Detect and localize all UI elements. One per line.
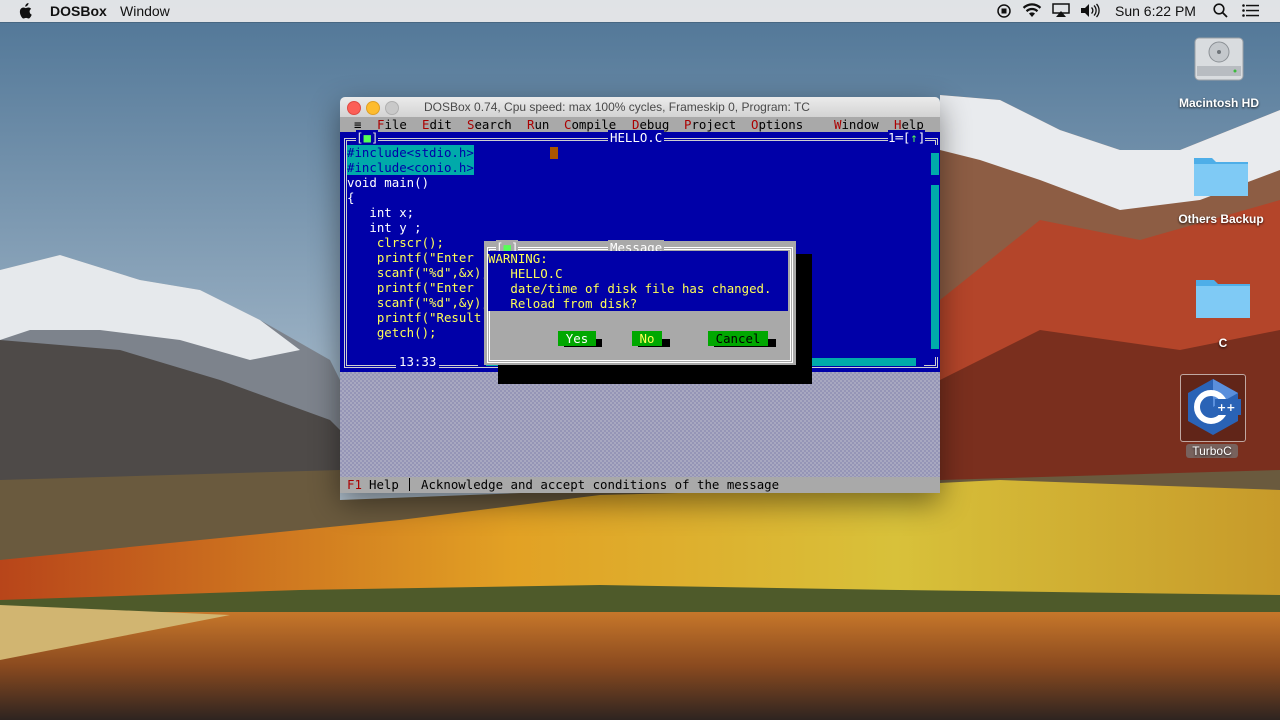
window-title: DOSBox 0.74, Cpu speed: max 100% cycles,… [424,100,810,114]
close-button[interactable] [347,101,361,115]
code-line: { [347,190,355,205]
code-line: clrscr(); [347,235,444,250]
tc-menu-options[interactable]: Options [751,117,803,132]
airplay-icon[interactable] [1052,3,1070,18]
folder-icon [1196,280,1250,318]
dialog-message-line: HELLO.C [488,266,563,281]
dosbox-window[interactable]: DOSBox 0.74, Cpu speed: max 100% cycles,… [340,97,940,493]
code-line: int x; [347,205,415,220]
dosbox-screen[interactable]: ≡ File Edit Search Run Compile Debug Project O… [340,117,940,493]
spotlight-search-icon[interactable] [1213,3,1228,18]
tc-menu-search[interactable]: Search [467,117,512,132]
volume-icon[interactable] [1080,3,1100,18]
menu-app-name[interactable]: DOSBox [50,2,107,20]
status-key[interactable]: F1 [347,477,362,492]
close-box-icon[interactable]: [■] [356,130,379,145]
status-message: Acknowledge and accept conditions of the… [421,477,780,492]
tc-menu-run[interactable]: Run [527,117,549,132]
code-line: getch(); [347,325,437,340]
code-line: printf("Enter [347,250,474,265]
tc-menu-window[interactable]: Window [834,117,879,132]
editor-window-number: 1═[↑] [888,130,926,145]
dialog-message-line: WARNING: [488,251,548,266]
scroll-down-arrow[interactable] [931,349,939,357]
apple-icon[interactable] [18,3,32,19]
status-key-label: Help [369,477,399,492]
tc-menu-file-label: ile [384,117,407,132]
code-line: #include<stdio.h> [347,145,474,160]
desktop-icon-macintosh-hd[interactable]: Macintosh HD [1164,30,1274,115]
macos-menu-bar: DOSBox Window Sun 6:22 PM [0,0,1280,22]
tc-menu-project[interactable]: Project [684,117,736,132]
dialog-message-area: WARNING: HELLO.C date/time of disk file … [488,251,788,311]
tc-menu-label-rest: dit [429,117,452,132]
no-button[interactable]: No [632,331,662,346]
tc-menu-label-rest: ptions [758,117,804,132]
code-line: printf("Result [347,310,482,325]
folder-icon [1194,158,1248,196]
scroll-thumb[interactable] [931,175,939,185]
message-dialog[interactable]: [■] Message WARNING: HELLO.C date/time o… [484,240,796,365]
dialog-message-line: date/time of disk file has changed. [488,281,772,296]
tc-menu-label-rest: earch [474,117,512,132]
tc-menu-edit[interactable]: Edit [422,117,452,132]
menu-clock[interactable]: Sun 6:22 PM [1115,2,1196,20]
menu-item-window[interactable]: Window [120,2,170,20]
cpp-logo-icon: ++ [1188,379,1241,435]
window-titlebar[interactable]: DOSBox 0.74, Cpu speed: max 100% cycles,… [340,97,940,118]
minimize-button[interactable] [366,101,380,115]
desktop-icon-others-backup[interactable]: Others Backup [1166,150,1276,230]
scroll-up-arrow[interactable] [931,145,939,153]
status-divider [409,478,410,491]
code-line: #include<conio.h> [347,160,474,175]
code-line: printf("Enter [347,280,474,295]
wifi-icon[interactable] [1022,3,1042,18]
yes-button[interactable]: Yes [558,331,596,346]
dialog-message-line: Reload from disk? [488,296,638,311]
tc-menu-label-rest: roject [691,117,737,132]
tc-menu-label-rest: un [534,117,550,132]
hard-drive-icon [1194,37,1244,81]
zoom-button[interactable] [385,101,399,115]
cancel-button[interactable]: Cancel [708,331,768,346]
code-line: int y ; [347,220,422,235]
editor-filename: HELLO.C [608,130,665,145]
turboc-status-line: F1 Help Acknowledge and accept condition… [340,477,940,493]
code-line: scanf("%d",&x); [347,265,489,280]
code-line: void main() [347,175,430,190]
stop-record-icon[interactable] [997,4,1011,18]
tc-menu-label-rest: indow [841,117,879,132]
svg-text:++: ++ [1217,401,1235,414]
scroll-right-arrow[interactable] [916,358,924,366]
desktop-icon-turboc[interactable]: ++ TurboC [1158,374,1268,462]
code-line: scanf("%d",&y); [347,295,489,310]
notification-center-icon[interactable] [1242,4,1259,17]
desktop-icon-label: TurboC [1186,444,1238,458]
cursor-position: 13:33 [396,354,440,369]
desktop-icon-label: Macintosh HD [1178,96,1259,110]
desktop-icon-label: Others Backup [1178,212,1264,226]
tc-menu-file[interactable]: File [377,117,407,132]
text-cursor [550,147,558,159]
vertical-scrollbar[interactable] [931,145,939,357]
desktop-icon-c[interactable]: C [1168,272,1278,352]
window-number: 1 [888,130,896,145]
desktop-icon-label: C [1218,336,1228,350]
turboc-desktop-pattern [340,372,940,477]
